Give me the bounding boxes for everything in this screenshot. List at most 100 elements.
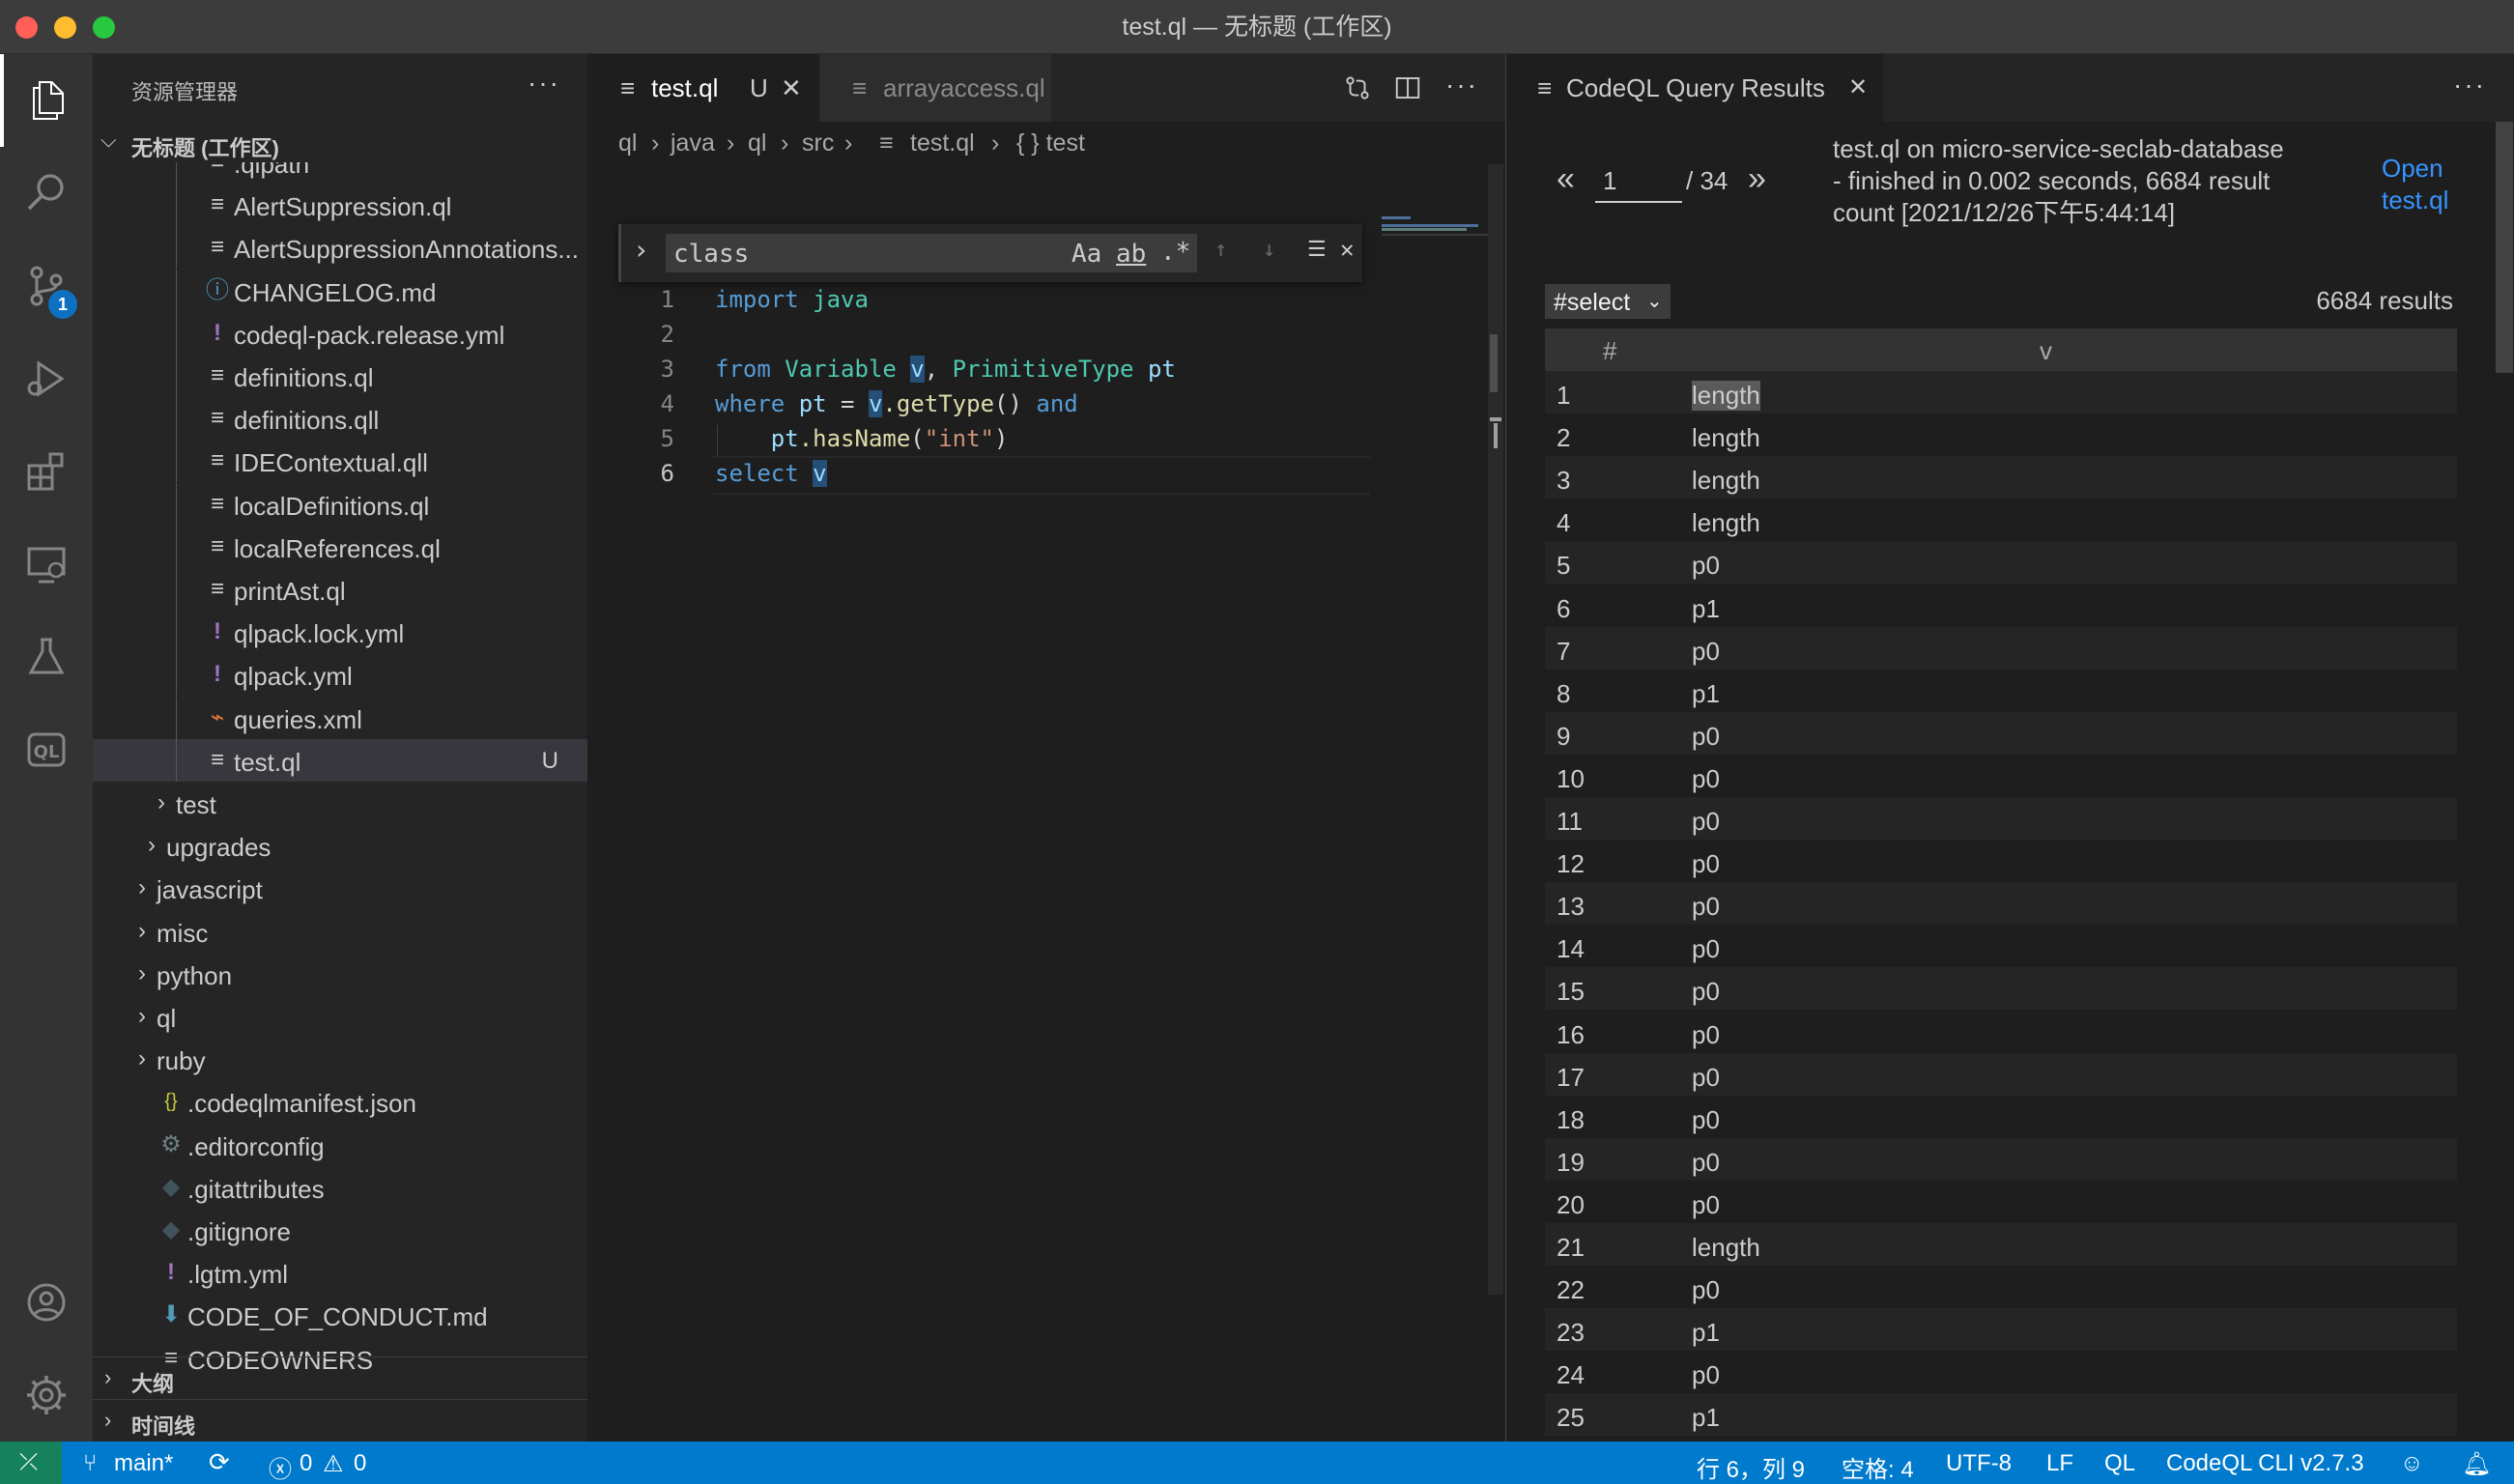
close-icon[interactable]: ✕ xyxy=(781,73,802,103)
tree-item[interactable]: ≡ test.ql U xyxy=(93,738,587,782)
tree-item[interactable]: › javascript xyxy=(93,867,587,909)
search-activity[interactable] xyxy=(0,147,93,240)
editor-scrollbar[interactable] xyxy=(1488,164,1503,1295)
arrow-up-icon[interactable]: ↑ xyxy=(1214,238,1227,262)
row-value-link[interactable]: length xyxy=(1692,381,1760,411)
editor-more-button[interactable]: ··· xyxy=(1445,70,1478,100)
table-row[interactable]: 22 p0 xyxy=(1545,1266,2457,1308)
tree-item[interactable]: › ruby xyxy=(93,1038,587,1080)
row-value-link[interactable]: p0 xyxy=(1692,849,1720,879)
end-of-line[interactable]: LF xyxy=(2046,1450,2073,1477)
breadcrumb-item[interactable]: { } test xyxy=(1016,129,1085,157)
row-value-link[interactable]: p0 xyxy=(1692,892,1720,922)
open-query-link[interactable]: Open test.ql xyxy=(2382,153,2478,216)
encoding[interactable]: UTF-8 xyxy=(1946,1450,2012,1477)
regex-button[interactable]: .* xyxy=(1160,238,1190,267)
table-row[interactable]: 1 length xyxy=(1545,371,2457,414)
row-value-link[interactable]: p0 xyxy=(1692,1105,1720,1135)
table-row[interactable]: 25 p1 xyxy=(1545,1393,2457,1437)
codeql-cli-version[interactable]: CodeQL CLI v2.7.3 xyxy=(2166,1450,2364,1477)
tree-item[interactable]: ! qlpack.yml xyxy=(93,653,587,697)
arrow-down-icon[interactable]: ↓ xyxy=(1263,238,1275,262)
row-value-link[interactable]: p0 xyxy=(1692,1360,1720,1390)
tree-item[interactable]: › ql xyxy=(93,995,587,1038)
tree-item[interactable]: ≡ definitions.ql xyxy=(93,355,587,397)
table-row[interactable]: 8 p1 xyxy=(1545,670,2457,712)
table-row[interactable]: 16 p0 xyxy=(1545,1011,2457,1053)
workspace-header[interactable]: ⌵ 无标题 (工作区) xyxy=(93,124,587,162)
close-icon[interactable]: ✕ xyxy=(1848,73,1868,101)
feedback-icon[interactable]: ☺ xyxy=(2400,1450,2424,1477)
column-header[interactable]: v xyxy=(2040,336,2052,366)
result-set-select[interactable]: #select ⌄ xyxy=(1545,284,1671,319)
row-value-link[interactable]: length xyxy=(1692,466,1760,496)
breadcrumb-item[interactable]: java xyxy=(671,129,715,157)
row-value-link[interactable]: p0 xyxy=(1692,807,1720,837)
tree-item[interactable]: ≡ printAst.ql xyxy=(93,568,587,611)
row-value-link[interactable]: p0 xyxy=(1692,1063,1720,1093)
table-row[interactable]: 5 p0 xyxy=(1545,541,2457,585)
git-branch[interactable]: main* xyxy=(114,1450,173,1477)
tree-item[interactable]: ⚙ .editorconfig xyxy=(93,1124,587,1166)
row-value-link[interactable]: p1 xyxy=(1692,1318,1720,1348)
row-value-link[interactable]: p0 xyxy=(1692,934,1720,964)
row-value-link[interactable]: p1 xyxy=(1692,1403,1720,1433)
tree-item[interactable]: › misc xyxy=(93,910,587,953)
row-value-link[interactable]: p0 xyxy=(1692,1190,1720,1220)
remote-indicator[interactable]: ⤫ xyxy=(0,1441,62,1484)
next-page-button[interactable]: » xyxy=(1748,160,1766,198)
indentation[interactable]: 空格: 4 xyxy=(1842,1450,1914,1484)
compare-changes-icon[interactable] xyxy=(1343,73,1372,102)
explorer-more-button[interactable]: ··· xyxy=(528,68,560,99)
source-control-activity[interactable]: 1 xyxy=(0,240,93,332)
table-row[interactable]: 17 p0 xyxy=(1545,1052,2457,1096)
row-value-link[interactable]: p0 xyxy=(1692,637,1720,667)
table-row[interactable]: 9 p0 xyxy=(1545,711,2457,755)
remote-explorer-activity[interactable] xyxy=(0,518,93,611)
tree-item[interactable]: ≡ localDefinitions.ql xyxy=(93,482,587,526)
row-value-link[interactable]: p0 xyxy=(1692,1148,1720,1178)
column-header[interactable]: # xyxy=(1603,336,1616,366)
accounts-activity[interactable] xyxy=(0,1256,93,1349)
table-row[interactable]: 20 p0 xyxy=(1545,1181,2457,1223)
row-value-link[interactable]: length xyxy=(1692,1233,1760,1263)
tab-arrayaccess-ql[interactable]: ≡ arrayaccess.ql xyxy=(819,54,1051,122)
tree-item[interactable]: ⓘ CHANGELOG.md xyxy=(93,269,587,312)
table-row[interactable]: 7 p0 xyxy=(1545,626,2457,670)
find-input[interactable]: class Aa ab .* xyxy=(666,234,1197,272)
tree-item[interactable]: ◆ .gitignore xyxy=(93,1209,587,1251)
table-row[interactable]: 21 length xyxy=(1545,1223,2457,1266)
tree-item[interactable]: ⬇ CODE_OF_CONDUCT.md xyxy=(93,1294,587,1336)
whole-word-button[interactable]: ab xyxy=(1116,240,1146,269)
tree-item[interactable]: ≡ AlertSuppression.ql xyxy=(93,184,587,227)
table-row[interactable]: 18 p0 xyxy=(1545,1096,2457,1138)
minimap[interactable] xyxy=(1378,164,1496,1441)
table-row[interactable]: 24 p0 xyxy=(1545,1351,2457,1393)
row-value-link[interactable]: p0 xyxy=(1692,764,1720,794)
testing-activity[interactable] xyxy=(0,611,93,703)
table-row[interactable]: 2 length xyxy=(1545,414,2457,456)
warning-count[interactable]: 0 xyxy=(354,1450,366,1477)
row-value-link[interactable]: length xyxy=(1692,508,1760,538)
tree-item[interactable]: › python xyxy=(93,953,587,995)
tree-item[interactable]: ≡ IDEContextual.qll xyxy=(93,440,587,483)
chevron-right-icon[interactable]: › xyxy=(633,234,649,266)
timeline-section[interactable]: › 时间线 xyxy=(93,1399,587,1441)
cursor-position[interactable]: 行 6，列 9 xyxy=(1697,1450,1805,1484)
table-row[interactable]: 4 length xyxy=(1545,499,2457,541)
row-value-link[interactable]: p0 xyxy=(1692,1020,1720,1050)
error-count[interactable]: 0 xyxy=(300,1450,312,1477)
row-value-link[interactable]: p0 xyxy=(1692,551,1720,581)
row-value-link[interactable]: p0 xyxy=(1692,1275,1720,1305)
tab-codeql-query-results[interactable]: ≡ CodeQL Query Results ✕ xyxy=(1506,54,1883,122)
tree-item[interactable]: ≡ .qlpath xyxy=(93,162,587,184)
tab-test-ql[interactable]: ≡ test.ql U ✕ xyxy=(587,54,819,122)
table-row[interactable]: 3 length xyxy=(1545,456,2457,499)
run-debug-activity[interactable] xyxy=(0,332,93,425)
table-row[interactable]: 14 p0 xyxy=(1545,925,2457,967)
close-icon[interactable]: ✕ xyxy=(1340,236,1354,263)
tree-item[interactable]: ≡ definitions.qll xyxy=(93,397,587,441)
results-scrollbar[interactable] xyxy=(2496,122,2513,373)
tree-item[interactable]: ! qlpack.lock.yml xyxy=(93,611,587,654)
tree-item[interactable]: ! .lgtm.yml xyxy=(93,1251,587,1294)
